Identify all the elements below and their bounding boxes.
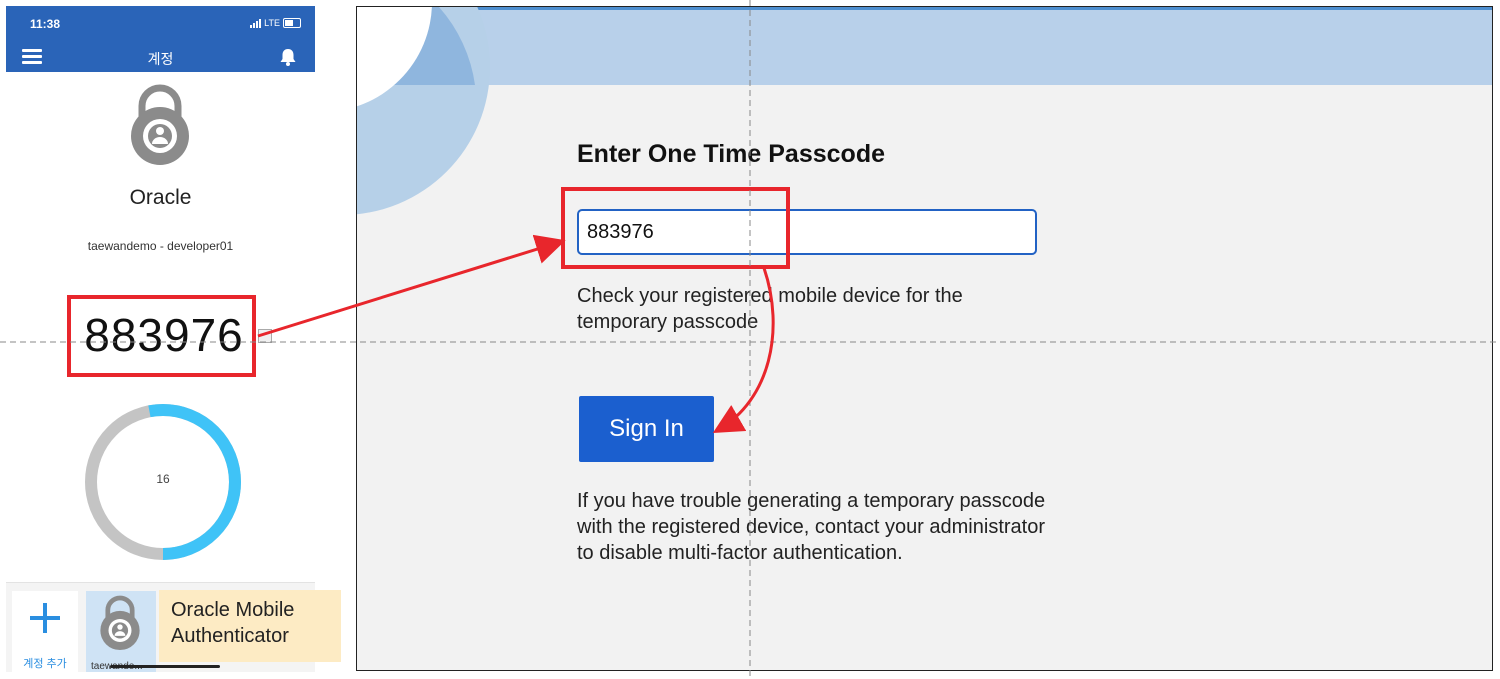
trouble-help-text: If you have trouble generating a tempora… (577, 490, 1046, 564)
home-indicator (110, 665, 220, 668)
callout-line-2: Authenticator (171, 625, 289, 647)
bell-icon[interactable] (277, 46, 299, 68)
status-bar: 11:38 LTE (6, 6, 315, 44)
countdown-seconds: 16 (156, 472, 170, 486)
phone-code-highlight (67, 295, 256, 377)
account-subtitle: taewandemo - developer01 (87, 239, 234, 253)
plus-icon (30, 603, 60, 633)
callout-line-1: Oracle Mobile (171, 599, 295, 621)
browser-login-page: Enter One Time Passcode Check your regis… (356, 6, 1493, 671)
status-icons: LTE (250, 18, 301, 28)
app-name-callout: Oracle Mobile Authenticator (159, 590, 341, 662)
app-bar: 계정 (6, 44, 315, 72)
copy-icon[interactable] (258, 329, 272, 343)
otp-page-title: Enter One Time Passcode (577, 140, 885, 168)
network-label: LTE (264, 18, 280, 28)
header-accent-line (357, 7, 1492, 10)
status-time: 11:38 (30, 17, 61, 31)
add-account-label: 계정 추가 (23, 658, 67, 670)
battery-icon (283, 18, 301, 28)
account-name: Oracle (129, 186, 192, 209)
account-tile[interactable]: taewande... (86, 591, 156, 672)
header-band (357, 7, 1492, 85)
account-lock-icon (131, 84, 189, 165)
input-highlight (561, 187, 790, 269)
add-account-button[interactable]: 계정 추가 (12, 591, 78, 672)
decorative-circle (357, 7, 490, 215)
otp-help-text: Check your registered mobile device for … (577, 285, 963, 333)
app-bar-title: 계정 (147, 51, 174, 67)
sign-in-button[interactable]: Sign In (579, 396, 714, 462)
lock-icon (100, 595, 140, 651)
signal-icon (250, 18, 262, 28)
